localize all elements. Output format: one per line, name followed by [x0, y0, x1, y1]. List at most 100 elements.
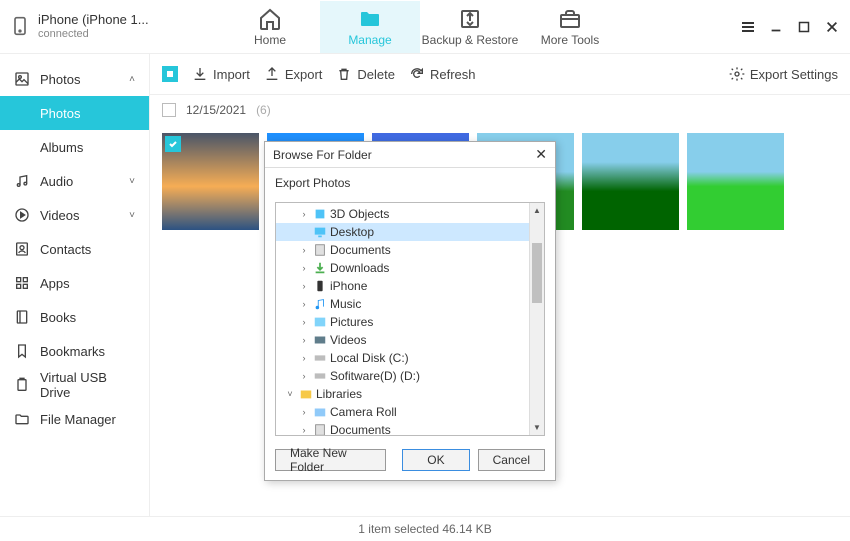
- document-icon: [313, 243, 327, 257]
- sidebar-item-bookmarks[interactable]: Bookmarks: [0, 334, 149, 368]
- sidebar-item-apps[interactable]: Apps: [0, 266, 149, 300]
- libraries-icon: [299, 387, 313, 401]
- date-group-header[interactable]: 12/15/2021 (6): [150, 95, 850, 125]
- sidebar-item-label: Photos: [40, 106, 80, 121]
- thumbnail-item[interactable]: [687, 133, 784, 230]
- camera-icon: [313, 405, 327, 419]
- nav-tools[interactable]: More Tools: [520, 1, 620, 53]
- cancel-button[interactable]: Cancel: [478, 449, 545, 471]
- sidebar: Photos ˄ Photos Albums Audio ˅ Videos ˅ …: [0, 54, 150, 516]
- sidebar-item-label: Audio: [40, 174, 73, 189]
- disk-icon: [313, 351, 327, 365]
- select-all-checkbox[interactable]: [162, 66, 178, 82]
- thumb-checkbox[interactable]: [165, 136, 181, 152]
- tree-item-music[interactable]: ›Music: [276, 295, 544, 313]
- tree-item-videos[interactable]: ›Videos: [276, 331, 544, 349]
- tree-item-libraries[interactable]: ˅Libraries: [276, 385, 544, 403]
- music-icon: [14, 173, 30, 189]
- video-icon: [313, 333, 327, 347]
- sidebar-item-vusb[interactable]: Virtual USB Drive: [0, 368, 149, 402]
- sidebar-item-label: Contacts: [40, 242, 91, 257]
- sidebar-item-label: Apps: [40, 276, 70, 291]
- export-icon: [264, 66, 280, 82]
- sidebar-item-audio[interactable]: Audio ˅: [0, 164, 149, 198]
- sidebar-item-videos[interactable]: Videos ˅: [0, 198, 149, 232]
- status-text: 1 item selected 46.14 KB: [358, 522, 491, 536]
- book-icon: [14, 309, 30, 325]
- chevron-down-icon: ˅: [129, 176, 135, 187]
- minimize-button[interactable]: [768, 19, 784, 35]
- thumbnail-item[interactable]: [582, 133, 679, 230]
- tree-item-cameraroll[interactable]: ›Camera Roll: [276, 403, 544, 421]
- tree-item-desktop[interactable]: Desktop: [276, 223, 544, 241]
- sidebar-item-label: Virtual USB Drive: [40, 370, 135, 400]
- scroll-thumb[interactable]: [532, 243, 542, 303]
- picture-icon: [313, 315, 327, 329]
- dialog-close-button[interactable]: ✕: [535, 146, 547, 163]
- apps-icon: [14, 275, 30, 291]
- nav-home[interactable]: Home: [220, 1, 320, 53]
- sidebar-item-label: File Manager: [40, 412, 116, 427]
- disk-icon: [313, 369, 327, 383]
- sidebar-item-label: Videos: [40, 208, 80, 223]
- tree-item-softd[interactable]: ›Sofitware(D) (D:): [276, 367, 544, 385]
- sidebar-item-albums[interactable]: Albums: [0, 130, 149, 164]
- status-bar: 1 item selected 46.14 KB: [0, 516, 850, 541]
- maximize-button[interactable]: [796, 19, 812, 35]
- sidebar-item-label: Books: [40, 310, 76, 325]
- thumbnail-item[interactable]: [162, 133, 259, 230]
- contacts-icon: [14, 241, 30, 257]
- document-icon: [313, 423, 327, 436]
- phone-icon: [10, 16, 30, 36]
- toolbar: Import Export Delete Refresh Export Sett…: [150, 54, 850, 94]
- gear-icon: [729, 66, 745, 82]
- refresh-button[interactable]: Refresh: [409, 66, 476, 82]
- export-settings-button[interactable]: Export Settings: [729, 66, 838, 82]
- menu-icon[interactable]: [740, 19, 756, 35]
- scroll-up-icon[interactable]: ▲: [530, 203, 544, 218]
- tree-item-iphone[interactable]: ›iPhone: [276, 277, 544, 295]
- date-checkbox[interactable]: [162, 103, 176, 117]
- desktop-icon: [313, 225, 327, 239]
- image-icon: [14, 71, 30, 87]
- phone-icon: [313, 279, 327, 293]
- bookmark-icon: [14, 343, 30, 359]
- tree-scrollbar[interactable]: ▲ ▼: [529, 203, 544, 435]
- sidebar-item-photos-sub[interactable]: Photos: [0, 96, 149, 130]
- sidebar-item-contacts[interactable]: Contacts: [0, 232, 149, 266]
- home-icon: [258, 7, 282, 31]
- scroll-down-icon[interactable]: ▼: [530, 420, 544, 435]
- sidebar-item-books[interactable]: Books: [0, 300, 149, 334]
- device-status: connected: [38, 28, 149, 40]
- folder-tree: ›3D Objects Desktop ›Documents ›Download…: [276, 203, 544, 436]
- music-icon: [313, 297, 327, 311]
- device-info[interactable]: iPhone (iPhone 1... connected: [10, 13, 190, 39]
- tree-item-documents[interactable]: ›Documents: [276, 241, 544, 259]
- tree-item-3dobjects[interactable]: ›3D Objects: [276, 205, 544, 223]
- sidebar-item-photos[interactable]: Photos ˄: [0, 62, 149, 96]
- folder3d-icon: [313, 207, 327, 221]
- dialog-subtitle: Export Photos: [265, 168, 555, 198]
- device-name: iPhone (iPhone 1...: [38, 13, 149, 27]
- tree-item-pictures[interactable]: ›Pictures: [276, 313, 544, 331]
- trash-icon: [336, 66, 352, 82]
- nav-manage[interactable]: Manage: [320, 1, 420, 53]
- tree-item-downloads[interactable]: ›Downloads: [276, 259, 544, 277]
- export-button[interactable]: Export: [264, 66, 323, 82]
- nav-backup[interactable]: Backup & Restore: [420, 1, 520, 53]
- import-icon: [192, 66, 208, 82]
- download-icon: [313, 261, 327, 275]
- close-button[interactable]: [824, 19, 840, 35]
- sidebar-item-filemgr[interactable]: File Manager: [0, 402, 149, 436]
- tree-item-localc[interactable]: ›Local Disk (C:): [276, 349, 544, 367]
- import-button[interactable]: Import: [192, 66, 250, 82]
- make-new-folder-button[interactable]: Make New Folder: [275, 449, 386, 471]
- dialog-title: Browse For Folder: [273, 148, 372, 162]
- delete-button[interactable]: Delete: [336, 66, 395, 82]
- tree-item-documents2[interactable]: ›Documents: [276, 421, 544, 436]
- ok-button[interactable]: OK: [402, 449, 469, 471]
- chevron-down-icon: ˅: [129, 210, 135, 221]
- sidebar-item-label: Photos: [40, 72, 80, 87]
- sidebar-item-label: Bookmarks: [40, 344, 105, 359]
- usb-icon: [14, 377, 30, 393]
